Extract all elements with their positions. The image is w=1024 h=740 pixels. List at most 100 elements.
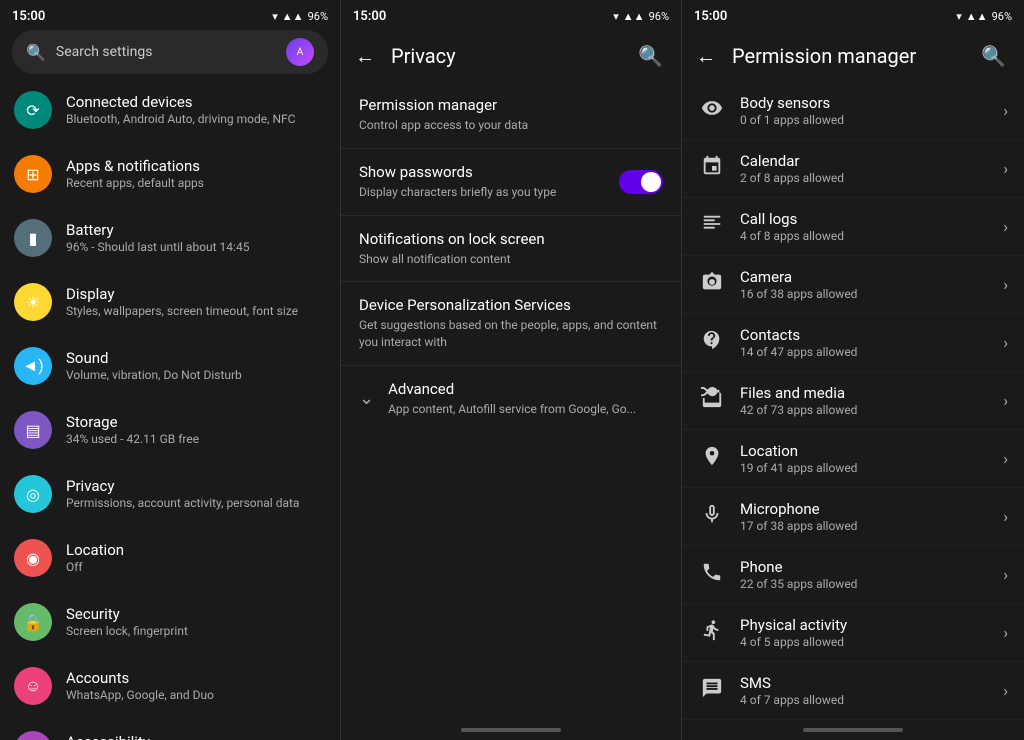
back-button-mid[interactable]: ← xyxy=(355,44,375,69)
settings-item-location[interactable]: ◉ Location Off xyxy=(0,526,340,590)
icon-display: ☀ xyxy=(14,283,52,321)
chevron-right-icon-body-sensors: › xyxy=(1003,101,1008,120)
title-storage: Storage xyxy=(66,413,326,431)
time-mid: 15:00 xyxy=(353,9,386,24)
privacy-subtitle-permission-manager: Control app access to your data xyxy=(359,117,663,134)
settings-item-connected[interactable]: ⟳ Connected devices Bluetooth, Android A… xyxy=(0,78,340,142)
perm-subtitle-microphone: 17 of 38 apps allowed xyxy=(740,519,989,533)
advanced-row[interactable]: ⌄ Advanced App content, Autofill service… xyxy=(341,366,681,432)
perm-subtitle-camera: 16 of 38 apps allowed xyxy=(740,287,989,301)
perm-item-calendar[interactable]: Calendar 2 of 8 apps allowed › xyxy=(682,140,1024,198)
home-bar-mid xyxy=(461,728,561,732)
panel-mid: 15:00 ▾ ▲▲ 96% ← Privacy 🔍 Permission ma… xyxy=(341,0,682,740)
perm-text-call-logs: Call logs 4 of 8 apps allowed xyxy=(740,210,989,243)
perm-subtitle-calendar: 2 of 8 apps allowed xyxy=(740,171,989,185)
settings-item-accessibility[interactable]: ✦ Accessibility Screen readers, display,… xyxy=(0,718,340,740)
perm-subtitle-sms: 4 of 7 apps allowed xyxy=(740,693,989,707)
advanced-text: Advanced App content, Autofill service f… xyxy=(388,380,636,418)
chevron-right-icon-sms: › xyxy=(1003,681,1008,700)
home-indicator-right[interactable] xyxy=(682,720,1024,740)
perm-item-microphone[interactable]: Microphone 17 of 38 apps allowed › xyxy=(682,488,1024,546)
perm-icon-call-logs xyxy=(698,213,726,240)
perm-item-phone[interactable]: Phone 22 of 35 apps allowed › xyxy=(682,546,1024,604)
privacy-item-notifications-lock[interactable]: Notifications on lock screen Show all no… xyxy=(341,216,681,283)
perm-icon-location xyxy=(698,445,726,472)
perm-header: ← Permission manager 🔍 xyxy=(682,30,1024,82)
perm-item-call-logs[interactable]: Call logs 4 of 8 apps allowed › xyxy=(682,198,1024,256)
settings-item-privacy[interactable]: ◎ Privacy Permissions, account activity,… xyxy=(0,462,340,526)
perm-item-contacts[interactable]: Contacts 14 of 47 apps allowed › xyxy=(682,314,1024,372)
settings-item-sound[interactable]: ◄) Sound Volume, vibration, Do Not Distu… xyxy=(0,334,340,398)
settings-item-battery[interactable]: ▮ Battery 96% - Should last until about … xyxy=(0,206,340,270)
privacy-title-notifications-lock: Notifications on lock screen xyxy=(359,230,663,248)
icon-storage: ▤ xyxy=(14,411,52,449)
subtitle-battery: 96% - Should last until about 14:45 xyxy=(66,240,326,256)
icon-accounts: ☺ xyxy=(14,667,52,705)
text-storage: Storage 34% used - 42.11 GB free xyxy=(66,413,326,448)
text-display: Display Styles, wallpapers, screen timeo… xyxy=(66,285,326,320)
perm-item-physical-activity[interactable]: Physical activity 4 of 5 apps allowed › xyxy=(682,604,1024,662)
settings-item-display[interactable]: ☀ Display Styles, wallpapers, screen tim… xyxy=(0,270,340,334)
privacy-item-device-personalization[interactable]: Device Personalization Services Get sugg… xyxy=(341,282,681,366)
title-battery: Battery xyxy=(66,221,326,239)
home-indicator-mid[interactable] xyxy=(341,720,681,740)
settings-item-storage[interactable]: ▤ Storage 34% used - 42.11 GB free xyxy=(0,398,340,462)
perm-item-sms[interactable]: SMS 4 of 7 apps allowed › xyxy=(682,662,1024,720)
settings-item-apps[interactable]: ⊞ Apps & notifications Recent apps, defa… xyxy=(0,142,340,206)
privacy-subtitle-notifications-lock: Show all notification content xyxy=(359,251,663,268)
privacy-item-show-passwords[interactable]: Show passwords Display characters briefl… xyxy=(341,149,681,216)
privacy-item-permission-manager[interactable]: Permission manager Control app access to… xyxy=(341,82,681,149)
settings-item-security[interactable]: 🔒 Security Screen lock, fingerprint xyxy=(0,590,340,654)
battery-icon-mid: 96% xyxy=(649,10,669,23)
screen-container: 15:00 ▾ ▲▲ 96% 🔍 Search settings A ⟳ Con… xyxy=(0,0,1024,740)
icon-location: ◉ xyxy=(14,539,52,577)
title-privacy: Privacy xyxy=(66,477,326,495)
chevron-right-icon-microphone: › xyxy=(1003,507,1008,526)
settings-item-accounts[interactable]: ☺ Accounts WhatsApp, Google, and Duo xyxy=(0,654,340,718)
search-icon-right[interactable]: 🔍 xyxy=(977,40,1010,72)
perm-title-calendar: Calendar xyxy=(740,152,989,170)
icon-privacy: ◎ xyxy=(14,475,52,513)
chevron-right-icon-location: › xyxy=(1003,449,1008,468)
perm-text-physical-activity: Physical activity 4 of 5 apps allowed xyxy=(740,616,989,649)
privacy-title-device-personalization: Device Personalization Services xyxy=(359,296,663,314)
title-accessibility: Accessibility xyxy=(66,733,326,740)
battery-icon-left: 96% xyxy=(308,10,328,23)
privacy-header: ← Privacy 🔍 xyxy=(341,30,681,82)
subtitle-display: Styles, wallpapers, screen timeout, font… xyxy=(66,304,326,320)
title-sound: Sound xyxy=(66,349,326,367)
perm-item-location[interactable]: Location 19 of 41 apps allowed › xyxy=(682,430,1024,488)
text-security: Security Screen lock, fingerprint xyxy=(66,605,326,640)
advanced-title: Advanced xyxy=(388,380,636,398)
text-connected: Connected devices Bluetooth, Android Aut… xyxy=(66,93,326,128)
perm-subtitle-body-sensors: 0 of 1 apps allowed xyxy=(740,113,989,127)
perm-item-files-media[interactable]: Files and media 42 of 73 apps allowed › xyxy=(682,372,1024,430)
chevron-right-icon-calendar: › xyxy=(1003,159,1008,178)
perm-icon-contacts xyxy=(698,329,726,356)
search-input[interactable]: Search settings xyxy=(56,44,276,60)
home-bar-right xyxy=(803,728,903,732)
search-icon-mid[interactable]: 🔍 xyxy=(634,40,667,72)
avatar[interactable]: A xyxy=(286,38,314,66)
toggle-show-passwords[interactable] xyxy=(619,170,663,194)
subtitle-storage: 34% used - 42.11 GB free xyxy=(66,432,326,448)
panel-left: 15:00 ▾ ▲▲ 96% 🔍 Search settings A ⟳ Con… xyxy=(0,0,341,740)
privacy-title-permission-manager: Permission manager xyxy=(359,96,663,114)
search-bar[interactable]: 🔍 Search settings A xyxy=(12,30,328,74)
back-button-right[interactable]: ← xyxy=(696,44,716,69)
title-location: Location xyxy=(66,541,326,559)
perm-item-body-sensors[interactable]: Body sensors 0 of 1 apps allowed › xyxy=(682,82,1024,140)
status-bar-right: 15:00 ▾ ▲▲ 96% xyxy=(682,0,1024,30)
subtitle-connected: Bluetooth, Android Auto, driving mode, N… xyxy=(66,112,326,128)
settings-list: ⟳ Connected devices Bluetooth, Android A… xyxy=(0,78,340,740)
text-location: Location Off xyxy=(66,541,326,576)
perm-subtitle-contacts: 14 of 47 apps allowed xyxy=(740,345,989,359)
perm-subtitle-call-logs: 4 of 8 apps allowed xyxy=(740,229,989,243)
chevron-down-icon: ⌄ xyxy=(359,388,374,409)
signal-icon-right: ▲▲ xyxy=(966,10,988,23)
perm-icon-body-sensors xyxy=(698,97,726,124)
perm-text-body-sensors: Body sensors 0 of 1 apps allowed xyxy=(740,94,989,127)
time-left: 15:00 xyxy=(12,9,45,24)
title-apps: Apps & notifications xyxy=(66,157,326,175)
perm-item-camera[interactable]: Camera 16 of 38 apps allowed › xyxy=(682,256,1024,314)
